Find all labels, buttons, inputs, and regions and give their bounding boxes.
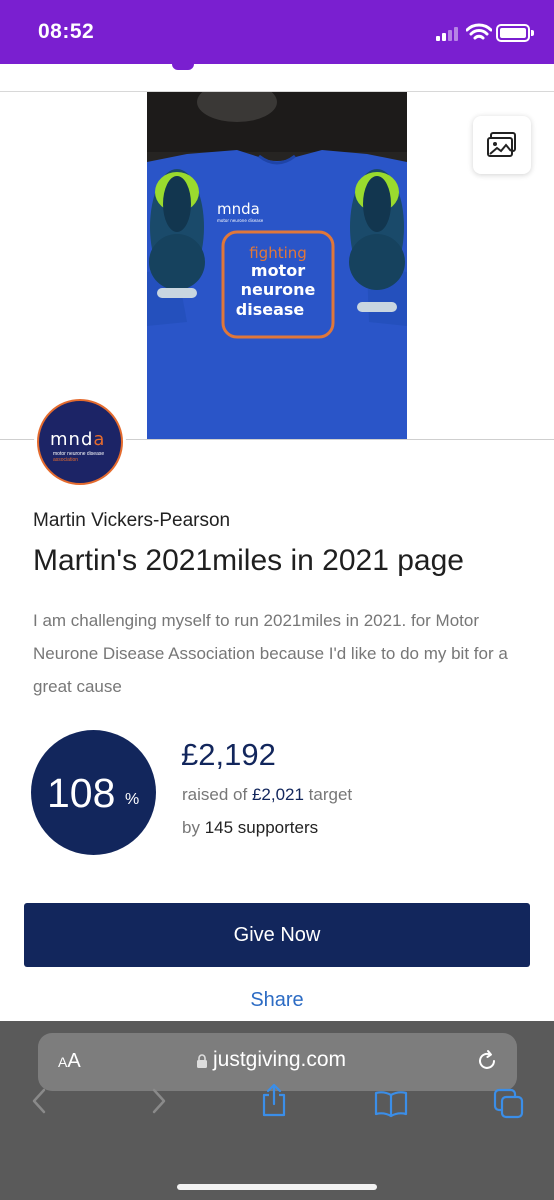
bookmarks-icon[interactable] — [374, 1090, 408, 1118]
fundraiser-owner-name: Martin Vickers-Pearson — [33, 510, 231, 531]
status-time: 08:52 — [38, 20, 95, 43]
share-link[interactable]: Share — [0, 989, 554, 1012]
progress-percent-sign: % — [125, 791, 140, 808]
gallery-icon — [487, 132, 516, 157]
home-indicator — [177, 1184, 377, 1190]
gallery-button[interactable] — [473, 116, 531, 174]
wifi-icon — [466, 23, 492, 40]
charity-logo-wordmark: mnda — [50, 429, 106, 450]
cover-photo[interactable]: mnda motor neurone disease fighting moto… — [147, 92, 407, 439]
battery-icon — [496, 24, 534, 42]
raised-amount: £2,192 — [181, 737, 276, 772]
signal-icon — [436, 27, 462, 41]
progress-percent: 108 — [47, 770, 116, 816]
page-description: I am challenging myself to run 2021miles… — [33, 611, 508, 696]
tshirt-line-4: disease — [236, 300, 305, 319]
supporters-line: by 145 supporters — [182, 818, 319, 837]
target-line: raised of £2,021 target — [182, 785, 353, 804]
supporters-count: 145 supporters — [204, 818, 319, 837]
charity-logo: mnda motor neurone disease association — [37, 399, 123, 485]
reader-text-button[interactable]: AA — [58, 1050, 81, 1073]
share-sheet-icon[interactable] — [259, 1082, 289, 1118]
site-header-strip — [0, 64, 554, 92]
tshirt-brand-subtext: motor neurone disease — [217, 218, 264, 223]
tabs-icon[interactable] — [493, 1088, 525, 1120]
charity-logo-subtext: motor neurone disease association — [53, 451, 105, 463]
tshirt-line-3: neurone — [241, 280, 316, 299]
tshirt-brand-text: mnda — [217, 200, 260, 218]
reload-icon[interactable] — [475, 1049, 499, 1073]
forward-icon[interactable] — [150, 1087, 168, 1115]
give-now-button[interactable]: Give Now — [24, 903, 530, 967]
target-amount: £2,021 — [251, 785, 304, 804]
tshirt-line-1: fighting — [249, 244, 307, 262]
url-text: justgiving.com — [213, 1048, 347, 1071]
site-logo-fragment — [172, 64, 194, 70]
charity-avatar[interactable]: mnda motor neurone disease association — [34, 396, 126, 488]
lock-icon — [197, 1054, 207, 1068]
status-bar: 08:52 — [0, 0, 554, 64]
tshirt-line-2: motor — [251, 261, 305, 280]
back-icon[interactable] — [30, 1087, 48, 1115]
progress-circle: 108 % — [31, 730, 156, 855]
page-title: Martin's 2021miles in 2021 page — [33, 544, 464, 577]
